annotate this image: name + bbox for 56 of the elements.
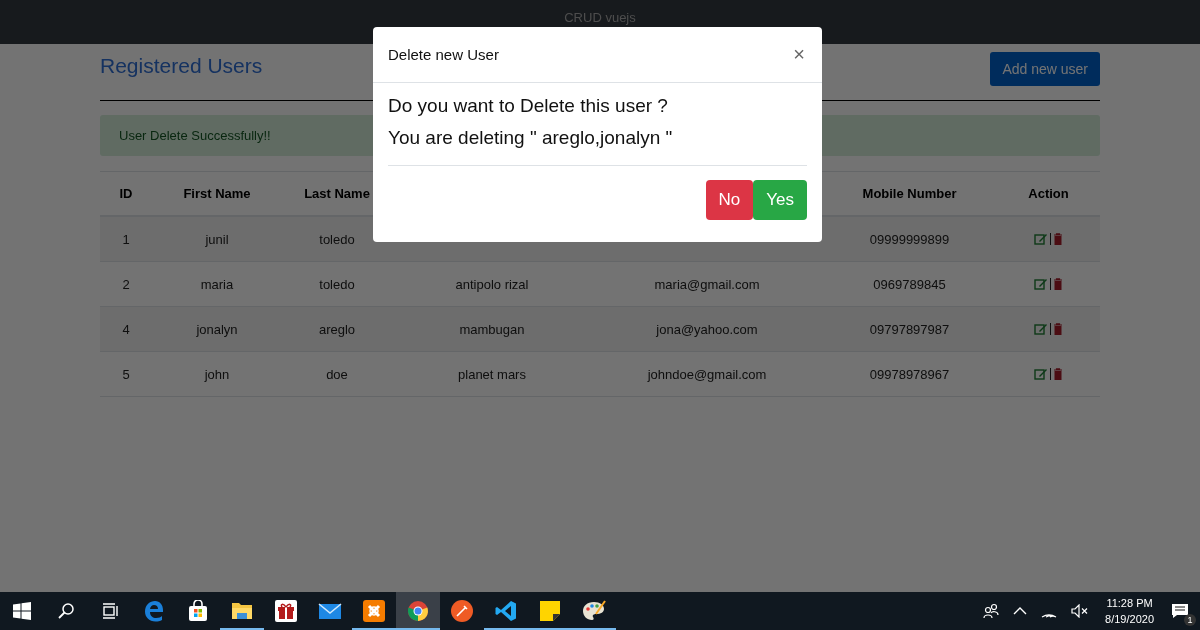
table-cell: 5 xyxy=(100,352,152,397)
trash-icon[interactable] xyxy=(1053,368,1063,380)
confirm-question: Do you want to Delete this user ? xyxy=(388,95,669,117)
table-cell: doe xyxy=(282,352,392,397)
browser-e-icon xyxy=(143,600,165,622)
edit-icon[interactable] xyxy=(1034,368,1048,380)
people-icon[interactable] xyxy=(983,603,1000,619)
table-cell: 09978978967 xyxy=(822,352,997,397)
clock-date[interactable]: 8/19/2020 xyxy=(1105,611,1154,627)
edit-icon[interactable] xyxy=(1034,233,1048,245)
search-icon xyxy=(57,602,75,620)
chrome-icon xyxy=(407,600,429,622)
table-cell: junil xyxy=(152,217,282,262)
table-cell: 4 xyxy=(100,307,152,352)
table-cell: jonalyn xyxy=(152,307,282,352)
edit-icon[interactable] xyxy=(1034,323,1048,335)
folder-icon xyxy=(231,601,253,621)
chevron-up-icon[interactable] xyxy=(1013,607,1028,615)
windows-logo-icon xyxy=(13,602,31,620)
clock-time[interactable]: 11:28 PM xyxy=(1106,595,1153,611)
table-cell: toledo xyxy=(282,217,392,262)
code-editor-icon xyxy=(495,600,517,622)
gift-icon xyxy=(275,600,297,622)
table-cell: 1 xyxy=(100,217,152,262)
palette-icon xyxy=(582,600,606,622)
muted-speaker-icon[interactable] xyxy=(1071,604,1090,618)
trash-icon[interactable] xyxy=(1053,278,1063,290)
page-heading: Registered Users xyxy=(100,54,263,78)
column-header: Last Name xyxy=(304,186,370,201)
yes-button[interactable]: Yes xyxy=(753,180,807,220)
table-cell: 09999999899 xyxy=(822,217,997,262)
rocket-circle-icon xyxy=(451,600,473,622)
table-cell: areglo xyxy=(282,307,392,352)
column-header: Action xyxy=(1028,186,1069,201)
close-button[interactable]: × xyxy=(791,43,807,66)
table-cell: mambugan xyxy=(392,307,592,352)
confirm-detail: You are deleting " areglo,jonalyn " xyxy=(388,127,674,149)
task-view-icon xyxy=(101,603,119,619)
table-cell: johndoe@gmail.com xyxy=(592,352,822,397)
dialog-title: Delete new User xyxy=(388,46,499,63)
x-shape-app-icon xyxy=(363,600,385,622)
trash-icon[interactable] xyxy=(1053,323,1063,335)
table-cell: 09797897987 xyxy=(822,307,997,352)
no-button[interactable]: No xyxy=(705,180,754,220)
trash-icon[interactable] xyxy=(1053,233,1063,245)
table-cell: planet mars xyxy=(392,352,592,397)
taskbar-button[interactable] xyxy=(396,592,440,630)
table-cell: john xyxy=(152,352,282,397)
sticky-note-icon xyxy=(540,601,560,621)
column-header: Mobile Number xyxy=(862,186,957,201)
column-header: ID xyxy=(119,186,133,201)
table-cell: jona@yahoo.com xyxy=(592,307,822,352)
column-header: First Name xyxy=(183,186,251,201)
edit-icon[interactable] xyxy=(1034,278,1048,290)
envelope-icon xyxy=(318,602,342,620)
shopping-bag-icon xyxy=(187,600,209,622)
